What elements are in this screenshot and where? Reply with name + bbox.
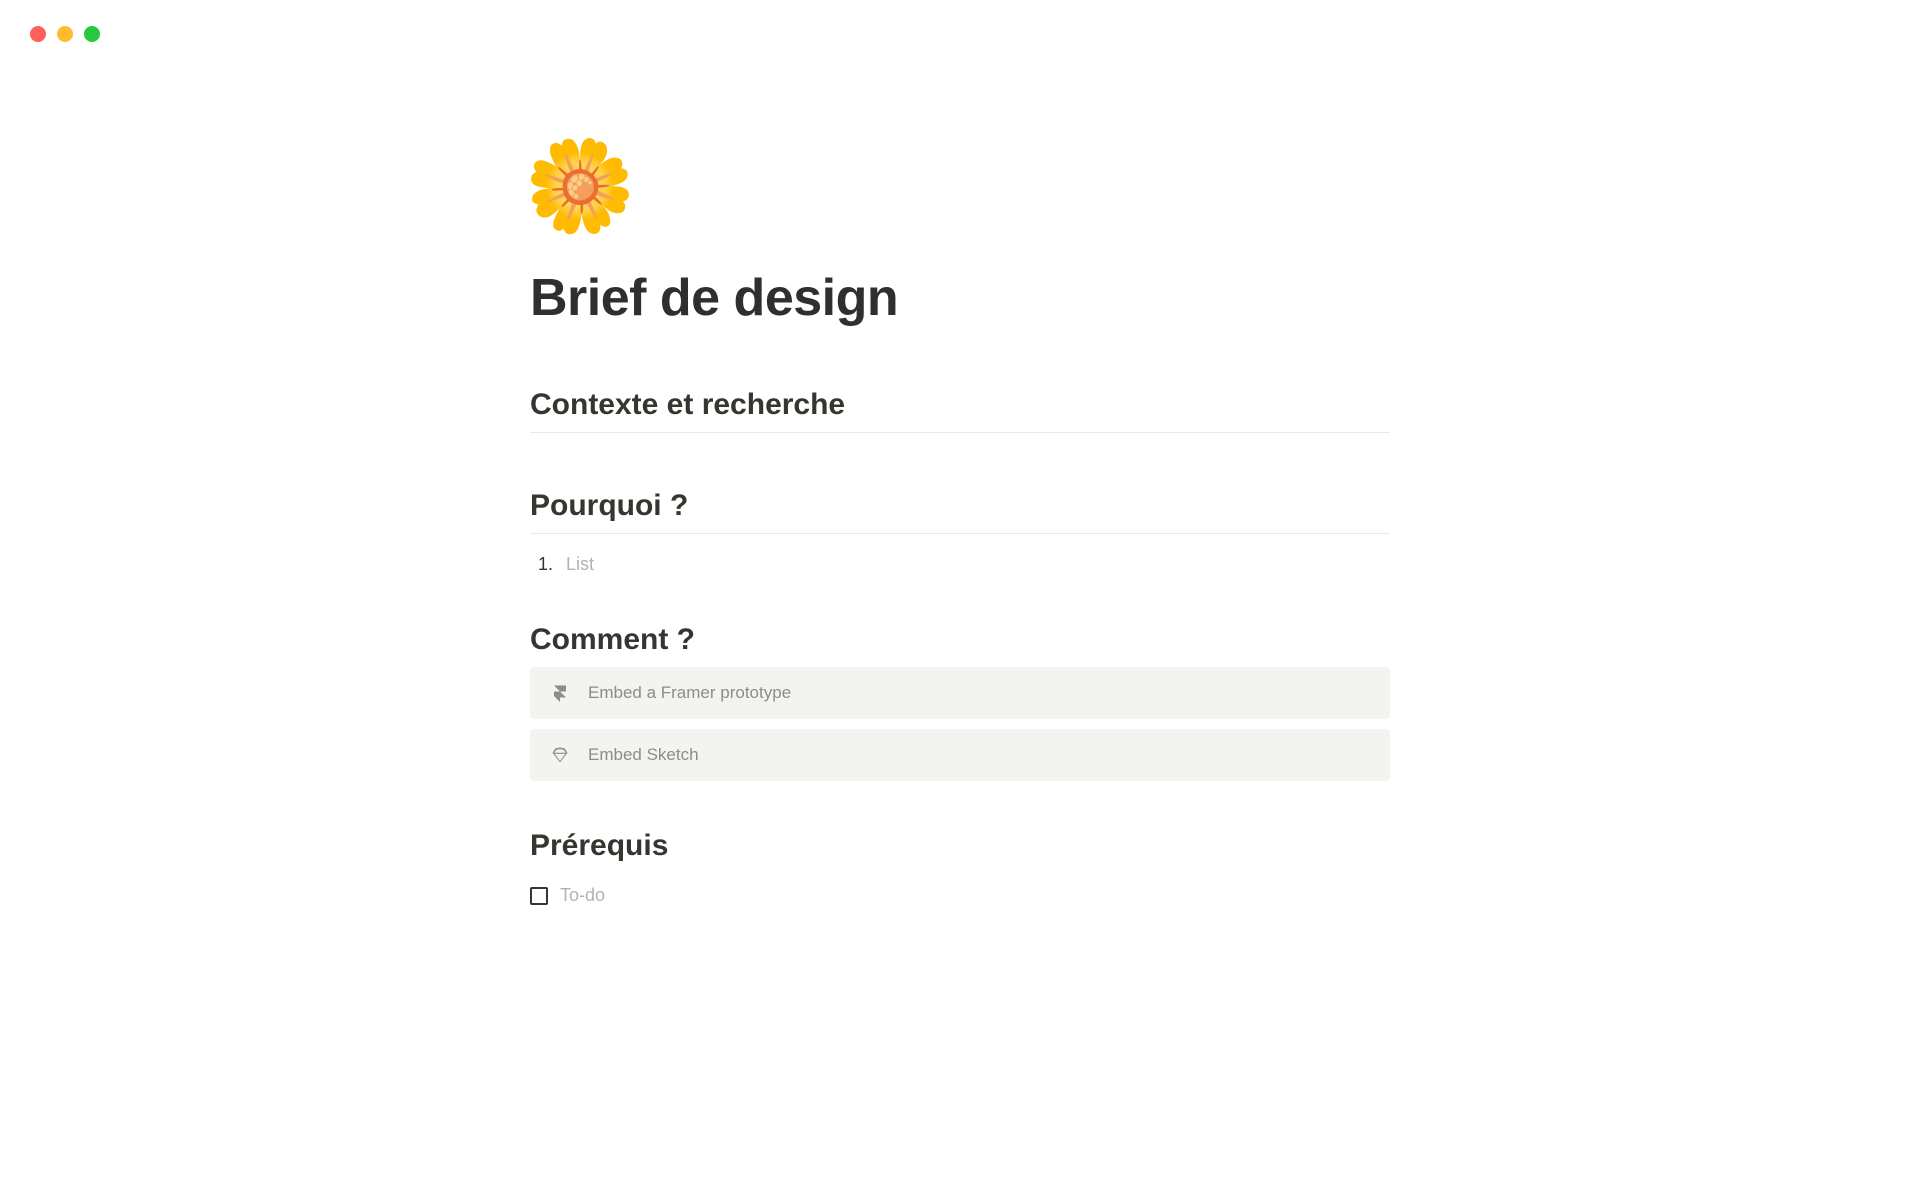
page-content: 🌼 Brief de design Contexte et recherche … xyxy=(510,42,1410,906)
page-title[interactable]: Brief de design xyxy=(530,268,1390,328)
todo-placeholder[interactable]: To-do xyxy=(560,885,605,906)
list-item[interactable]: 1. List xyxy=(538,554,1390,575)
embed-sketch-block[interactable]: Embed Sketch xyxy=(530,729,1390,781)
list-marker: 1. xyxy=(538,554,556,575)
todo-item[interactable]: To-do xyxy=(530,885,1390,906)
heading-comment[interactable]: Comment ? xyxy=(530,623,1390,657)
window-minimize-button[interactable] xyxy=(57,26,73,42)
page-icon[interactable]: 🌼 xyxy=(524,142,1390,232)
window-maximize-button[interactable] xyxy=(84,26,100,42)
framer-icon xyxy=(550,683,570,703)
embed-label: Embed Sketch xyxy=(588,745,699,765)
sketch-icon xyxy=(550,745,570,765)
window-controls xyxy=(0,0,1920,42)
heading-pourquoi[interactable]: Pourquoi ? xyxy=(530,489,1390,534)
list-placeholder[interactable]: List xyxy=(566,554,594,575)
ordered-list: 1. List xyxy=(530,554,1390,575)
todo-checkbox[interactable] xyxy=(530,887,548,905)
window-close-button[interactable] xyxy=(30,26,46,42)
embed-framer-block[interactable]: Embed a Framer prototype xyxy=(530,667,1390,719)
heading-contexte[interactable]: Contexte et recherche xyxy=(530,388,1390,433)
embed-label: Embed a Framer prototype xyxy=(588,683,791,703)
heading-prerequis[interactable]: Prérequis xyxy=(530,829,1390,863)
